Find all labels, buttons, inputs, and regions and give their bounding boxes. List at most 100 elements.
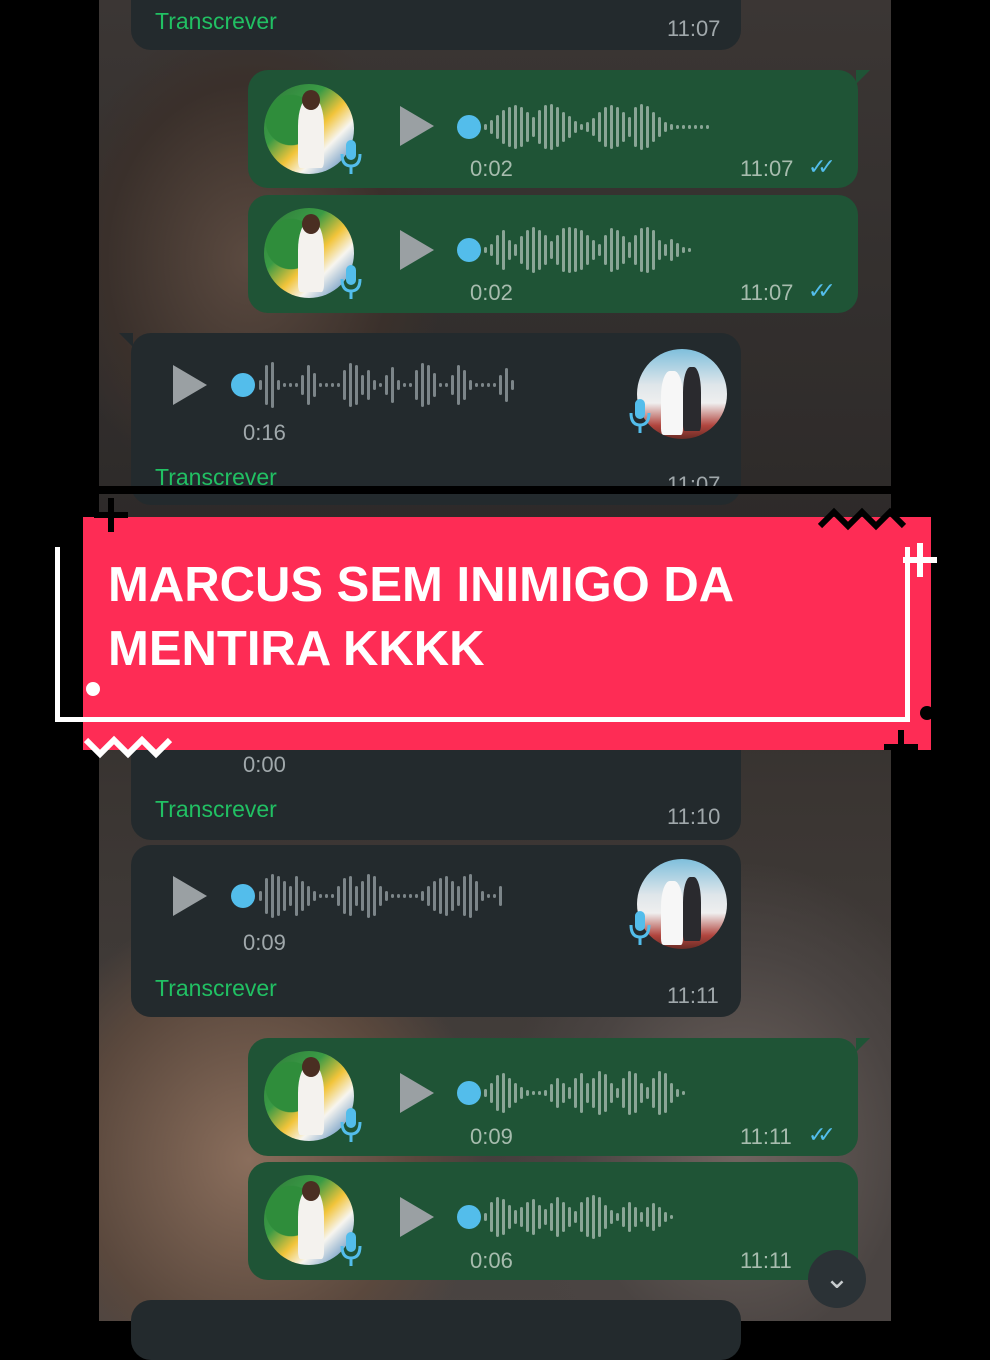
mic-icon (340, 1108, 362, 1142)
play-icon[interactable] (400, 1197, 434, 1237)
waveform-bar (598, 1197, 601, 1237)
waveform-bar (550, 1203, 553, 1231)
waveform-bar (469, 380, 472, 390)
playback-position-dot[interactable] (457, 1205, 481, 1229)
voice-message-outgoing[interactable]: 0:02 11:07 ✓✓ (248, 195, 858, 313)
divider-line (99, 486, 891, 494)
waveform-bar (628, 1071, 631, 1115)
playback-position-dot[interactable] (457, 1081, 481, 1105)
transcribe-link[interactable]: Transcrever (155, 975, 277, 1002)
waveform-bar (700, 125, 703, 129)
chevron-double-down-icon[interactable]: ⌄ (808, 1250, 866, 1308)
waveform-bar (313, 373, 316, 397)
play-icon[interactable] (400, 1073, 434, 1113)
waveform-bar (694, 125, 697, 129)
waveform-bar (385, 375, 388, 395)
plus-decoration-icon (903, 543, 937, 577)
transcribe-link[interactable]: Transcrever (155, 796, 277, 823)
waveform-bar (670, 239, 673, 261)
play-icon[interactable] (173, 365, 207, 405)
waveform-bar (367, 370, 370, 400)
waveform-bar (556, 1197, 559, 1237)
waveform-bar (616, 1088, 619, 1098)
voice-message-outgoing[interactable]: 0:09 11:11 ✓✓ (248, 1038, 870, 1156)
waveform[interactable] (484, 1068, 685, 1118)
waveform-bar (301, 375, 304, 395)
voice-duration: 0:09 (243, 930, 286, 955)
waveform-bar (451, 375, 454, 395)
voice-message-incoming[interactable]: 0:16 Transcrever 11:07 (119, 333, 741, 505)
message-time: 11:11 (740, 1124, 792, 1149)
zigzag-decoration-icon (84, 735, 173, 759)
voice-message-incoming[interactable]: Transcrever 11:07 (131, 0, 741, 50)
waveform-bar (463, 370, 466, 400)
waveform-bar (562, 1202, 565, 1232)
waveform-bar (664, 1212, 667, 1222)
waveform-bar (475, 383, 478, 387)
waveform-bar (451, 881, 454, 911)
message-time: 11:07 (667, 16, 721, 41)
waveform-bar (265, 365, 268, 405)
playback-position-dot[interactable] (457, 238, 481, 262)
playback-position-dot[interactable] (231, 884, 255, 908)
waveform-bar (319, 383, 322, 387)
waveform-bar (385, 891, 388, 901)
waveform-bar (391, 367, 394, 403)
waveform-bar (277, 876, 280, 916)
waveform-bar (343, 878, 346, 914)
waveform[interactable] (484, 225, 691, 275)
waveform-bar (526, 1202, 529, 1232)
waveform-bar (634, 235, 637, 265)
waveform-bar (319, 894, 322, 898)
playback-position-dot[interactable] (457, 115, 481, 139)
waveform-bar (313, 891, 316, 901)
transcribe-link[interactable]: Transcrever (155, 8, 277, 35)
dot-decoration (920, 706, 934, 720)
double-check-icon: ✓✓ (808, 154, 836, 179)
waveform-bar (508, 107, 511, 147)
waveform[interactable] (259, 871, 502, 921)
waveform-bar (514, 105, 517, 149)
waveform-bar (664, 1073, 667, 1113)
waveform-bar (283, 383, 286, 387)
caption-line-2: MENTIRA KKKK (108, 622, 485, 676)
double-check-icon: ✓✓ (808, 278, 836, 303)
playback-position-dot[interactable] (231, 373, 255, 397)
waveform-bar (646, 106, 649, 148)
waveform-bar (550, 241, 553, 259)
waveform-bar (502, 1199, 505, 1235)
waveform-bar (526, 230, 529, 270)
waveform-bar (361, 881, 364, 911)
waveform-bar (490, 244, 493, 256)
play-icon[interactable] (400, 230, 434, 270)
play-icon[interactable] (400, 106, 434, 146)
waveform-bar (580, 124, 583, 130)
waveform-bar (622, 236, 625, 264)
plus-decoration-icon (884, 730, 918, 764)
play-icon[interactable] (173, 876, 207, 916)
voice-duration: 0:02 (470, 280, 513, 305)
waveform-bar (538, 1205, 541, 1229)
waveform-bar (331, 383, 334, 387)
message-time: 11:07 (740, 156, 794, 181)
waveform-bar (496, 1075, 499, 1111)
waveform-bar (682, 125, 685, 129)
waveform-bar (670, 1083, 673, 1103)
waveform[interactable] (484, 102, 709, 152)
voice-message-outgoing[interactable]: 0:02 11:07 ✓✓ (248, 70, 870, 188)
waveform-bar (502, 1073, 505, 1113)
waveform-bar (493, 383, 496, 387)
voice-message-outgoing[interactable]: 0:06 11:11 (248, 1162, 858, 1280)
caption-line-1: MARCUS SEM INIMIGO DA (108, 558, 735, 612)
waveform[interactable] (484, 1192, 673, 1242)
waveform-bar (397, 894, 400, 898)
waveform-bar (289, 886, 292, 906)
mic-icon (340, 265, 362, 299)
waveform-bar (325, 894, 328, 898)
waveform-bar (265, 878, 268, 914)
waveform-bar (439, 878, 442, 914)
message-time: 11:07 (667, 472, 721, 497)
voice-message-incoming[interactable]: 0:09 Transcrever 11:11 (131, 845, 741, 1017)
waveform[interactable] (259, 360, 514, 410)
voice-message-incoming[interactable] (131, 1300, 741, 1360)
